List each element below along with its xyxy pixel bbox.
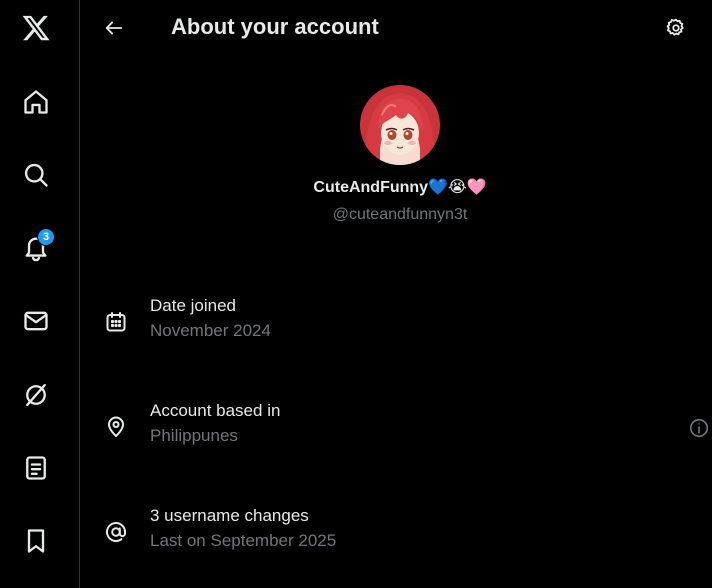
bookmark-icon[interactable] — [12, 517, 60, 565]
info-row-date-joined: Date joined November 2024 — [80, 293, 712, 353]
username-handle: @cuteandfunnyn3t — [332, 206, 468, 223]
page-title: About your account — [171, 14, 379, 39]
info-label: 3 username changes — [150, 506, 309, 525]
info-label: Date joined — [150, 296, 237, 315]
back-arrow-icon[interactable] — [96, 10, 132, 46]
home-icon[interactable] — [12, 78, 60, 126]
location-pin-icon — [102, 413, 130, 441]
mail-icon[interactable] — [12, 297, 60, 345]
app-window: 3 About your account CuteAndFunny💙😭🩷 @cu… — [0, 0, 712, 588]
info-label: Account based in — [150, 401, 281, 420]
bell-icon[interactable]: 3 — [12, 224, 60, 272]
info-circle-icon[interactable] — [686, 415, 712, 441]
avatar[interactable] — [360, 85, 440, 165]
avatar-image — [360, 85, 440, 165]
display-name: CuteAndFunny💙😭🩷 — [313, 179, 487, 196]
calendar-icon — [102, 308, 130, 336]
info-value: Philippunes — [150, 426, 238, 445]
x-logo-icon[interactable] — [12, 4, 60, 52]
info-row-username-changes: 3 username changes Last on September 202… — [80, 503, 712, 563]
at-sign-icon — [102, 518, 130, 546]
sidebar-nav: 3 — [0, 0, 80, 588]
main-content: About your account CuteAndFunny💙😭🩷 @cute… — [80, 0, 712, 588]
grok-icon[interactable] — [12, 371, 60, 419]
search-icon[interactable] — [12, 151, 60, 199]
gear-icon[interactable] — [658, 10, 694, 46]
info-value: November 2024 — [150, 321, 271, 340]
info-value: Last on September 2025 — [150, 531, 337, 550]
info-row-account-based-in: Account based in Philippunes — [80, 398, 712, 458]
lists-icon[interactable] — [12, 444, 60, 492]
notification-badge: 3 — [37, 228, 55, 246]
